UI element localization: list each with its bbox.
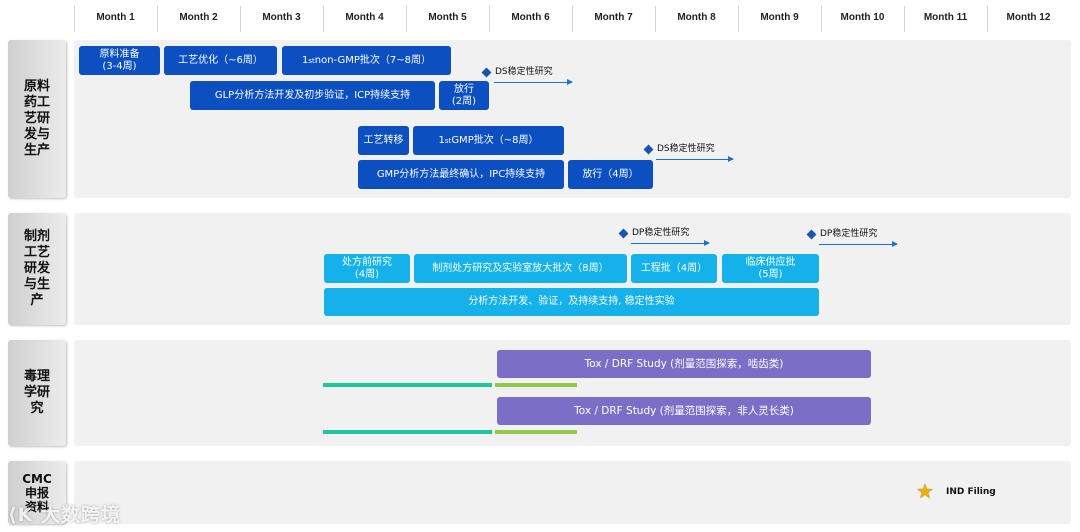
task-release-1-duration: (2周) bbox=[451, 95, 477, 107]
task-pre-formulation-label: 处方前研究 bbox=[342, 256, 392, 268]
diamond-icon bbox=[618, 228, 629, 239]
ind-filing-label: IND Filing bbox=[946, 487, 996, 497]
task-engineering-batch-label: 工程批（4周） bbox=[640, 262, 708, 274]
star-icon: ★ bbox=[916, 479, 934, 503]
task-release-1-label: 放行 bbox=[453, 83, 474, 95]
milestone-dp-stability-2: DP稳定性研究 bbox=[806, 228, 898, 242]
watermark-logo: ⟨K 大数跨境 bbox=[8, 504, 122, 526]
month-label: Month 2 bbox=[179, 12, 218, 23]
month-label: Month 11 bbox=[923, 12, 968, 23]
diamond-icon bbox=[806, 229, 817, 240]
task-gmp-batch-label: GMP批次（~8周） bbox=[451, 134, 539, 146]
tox-bar-teal-2 bbox=[323, 430, 492, 434]
diamond-icon bbox=[643, 144, 654, 155]
tox-bar-teal-1 bbox=[323, 383, 492, 387]
task-glp-method: GLP分析方法开发及初步验证，ICP持续支持 bbox=[190, 81, 435, 110]
task-raw-material-prep-duration: (3-4周) bbox=[102, 60, 137, 72]
month-header: Month 1 Month 2 Month 3 Month 4 Month 5 … bbox=[0, 0, 1080, 38]
task-tox-rodent-label: Tox / DRF Study (剂量范围探索，啮齿类) bbox=[584, 358, 784, 370]
tox-bar-green-2 bbox=[495, 430, 577, 434]
task-tech-transfer: 工艺转移 bbox=[358, 126, 409, 155]
milestone-dp-stability-2-label: DP稳定性研究 bbox=[820, 229, 878, 239]
lane-label-tox: 毒理学研究 bbox=[8, 340, 66, 446]
task-release-1: 放行 (2周) bbox=[439, 81, 489, 110]
task-clinical-supply-label: 临床供应批 bbox=[745, 256, 796, 268]
task-process-optimization-label: 工艺优化（~6周） bbox=[178, 54, 263, 66]
tox-bar-green-1 bbox=[495, 383, 577, 387]
month-label: Month 9 bbox=[760, 12, 799, 23]
lane-label-tox-text: 毒理学研究 bbox=[23, 369, 50, 416]
task-tox-rodent: Tox / DRF Study (剂量范围探索，啮齿类) bbox=[497, 350, 871, 378]
task-non-gmp-batch: 1st non-GMP批次（7~8周） bbox=[282, 46, 451, 75]
task-pre-formulation-duration: (4周) bbox=[354, 268, 380, 280]
month-label: Month 12 bbox=[1006, 12, 1051, 23]
arrow-dp-stability-1 bbox=[631, 240, 710, 246]
month-label: Month 5 bbox=[428, 12, 467, 23]
task-raw-material-prep-label: 原料准备 bbox=[99, 48, 140, 60]
diamond-icon bbox=[481, 67, 492, 78]
milestone-ds-stability-1-label: DS稳定性研究 bbox=[495, 67, 553, 77]
task-formulation-research: 制剂处方研究及实验室放大批次（8周） bbox=[414, 254, 627, 283]
arrow-ds-stability-1 bbox=[494, 79, 573, 85]
month-label: Month 7 bbox=[594, 12, 633, 23]
month-label: Month 4 bbox=[345, 12, 384, 23]
task-tox-nhp-label: Tox / DRF Study (剂量范围探索，非人灵长类) bbox=[574, 405, 794, 417]
task-release-2: 放行（4周） bbox=[568, 160, 653, 189]
task-formulation-research-label: 制剂处方研究及实验室放大批次（8周） bbox=[432, 262, 609, 274]
task-clinical-supply: 临床供应批 (5周) bbox=[722, 254, 819, 283]
lane-label-formulation: 制剂工艺研发与生产 bbox=[8, 213, 66, 325]
month-label: Month 3 bbox=[262, 12, 301, 23]
task-process-optimization: 工艺优化（~6周） bbox=[164, 46, 277, 75]
task-tox-nhp: Tox / DRF Study (剂量范围探索，非人灵长类) bbox=[497, 397, 871, 425]
task-clinical-supply-duration: (5周) bbox=[758, 268, 783, 280]
task-gmp-method-label: GMP分析方法最终确认，IPC持续支持 bbox=[376, 168, 546, 180]
milestone-ds-stability-1: DS稳定性研究 bbox=[481, 66, 573, 80]
arrow-ds-stability-2 bbox=[656, 156, 734, 162]
task-analytical-support: 分析方法开发、验证，及持续支持, 稳定性实验 bbox=[324, 288, 819, 316]
milestone-dp-stability-1: DP稳定性研究 bbox=[618, 227, 710, 241]
task-tech-transfer-label: 工艺转移 bbox=[363, 134, 404, 146]
task-non-gmp-batch-label: non-GMP批次（7~8周） bbox=[314, 54, 432, 66]
watermark-text: 大数跨境 bbox=[41, 504, 122, 526]
milestone-ds-stability-2-label: DS稳定性研究 bbox=[657, 144, 715, 154]
month-label: Month 1 bbox=[96, 12, 135, 23]
task-gmp-method: GMP分析方法最终确认，IPC持续支持 bbox=[358, 160, 564, 189]
lane-label-formulation-text: 制剂工艺研发与生产 bbox=[23, 229, 50, 308]
month-label: Month 6 bbox=[511, 12, 550, 23]
task-gmp-batch: 1st GMP批次（~8周） bbox=[413, 126, 564, 155]
task-release-2-label: 放行（4周） bbox=[582, 168, 639, 180]
task-pre-formulation: 处方前研究 (4周) bbox=[324, 254, 410, 283]
milestone-dp-stability-1-label: DP稳定性研究 bbox=[632, 228, 690, 238]
task-engineering-batch: 工程批（4周） bbox=[631, 254, 717, 283]
month-label: Month 10 bbox=[840, 12, 885, 23]
arrow-dp-stability-2 bbox=[819, 241, 898, 247]
task-glp-method-label: GLP分析方法开发及初步验证，ICP持续支持 bbox=[214, 89, 411, 101]
task-raw-material-prep: 原料准备 (3-4周) bbox=[79, 46, 160, 75]
lane-label-api-text: 原料药工艺研发与生产 bbox=[23, 79, 50, 158]
month-label: Month 8 bbox=[677, 12, 716, 23]
lane-label-api: 原料药工艺研发与生产 bbox=[8, 40, 66, 198]
milestone-ds-stability-2: DS稳定性研究 bbox=[643, 143, 735, 157]
task-analytical-support-label: 分析方法开发、验证，及持续支持, 稳定性实验 bbox=[468, 296, 675, 307]
